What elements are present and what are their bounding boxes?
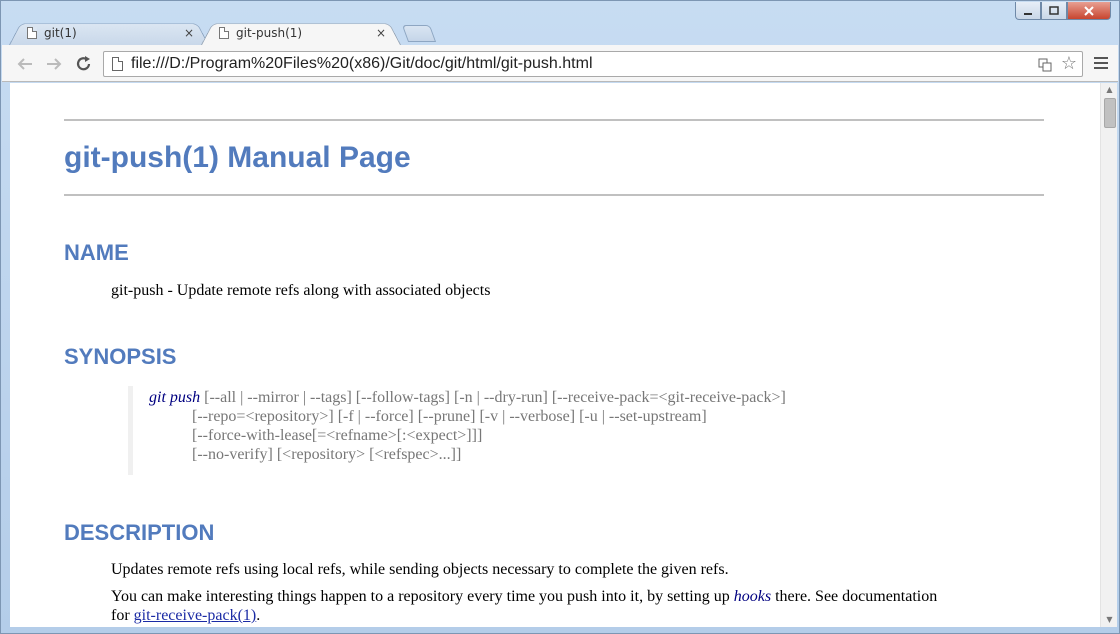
- synopsis-line: [--force-with-lease[=<refname>[:<expect>…: [192, 427, 483, 444]
- section-heading-description: DESCRIPTION: [64, 520, 215, 545]
- synopsis-line: git push [--all | --mirror | --tags] [--…: [149, 388, 786, 407]
- back-button[interactable]: [14, 53, 36, 75]
- url-text[interactable]: file:///D:/Program%20Files%20(x86)/Git/d…: [131, 55, 593, 73]
- page-title: git-push(1) Manual Page: [64, 141, 411, 174]
- reload-icon: [76, 56, 91, 71]
- maximize-icon: [1049, 6, 1059, 15]
- divider: [64, 194, 1044, 196]
- divider: [64, 119, 1044, 121]
- synopsis-options: [--all | --mirror | --tags] [--follow-ta…: [200, 389, 786, 406]
- vertical-scrollbar[interactable]: ▲ ▼: [1100, 83, 1117, 627]
- git-receive-pack-link[interactable]: git-receive-pack(1): [134, 607, 257, 624]
- menu-icon[interactable]: [1094, 57, 1108, 72]
- browser-window: git(1) × git-push(1) × file:///D:/Progra…: [0, 0, 1120, 634]
- tab-close-icon[interactable]: ×: [373, 26, 389, 40]
- tab-git-push[interactable]: git-push(1) ×: [201, 20, 401, 45]
- address-bar[interactable]: file:///D:/Program%20Files%20(x86)/Git/d…: [103, 51, 1083, 77]
- synopsis-command: git push: [149, 389, 201, 406]
- paragraph-text: You can make interesting things happen t…: [111, 588, 734, 605]
- close-window-button[interactable]: [1067, 2, 1111, 20]
- name-text: git-push - Update remote refs along with…: [111, 282, 491, 299]
- description-paragraph: for git-receive-pack(1).: [111, 606, 260, 626]
- bookmark-star-icon[interactable]: ☆: [1061, 53, 1077, 74]
- paragraph-text: .: [256, 607, 261, 624]
- synopsis-line: [--no-verify] [<repository> [<refspec>..…: [192, 446, 462, 463]
- scroll-up-arrow-icon[interactable]: ▲: [1101, 83, 1117, 97]
- scroll-thumb[interactable]: [1104, 98, 1116, 128]
- close-icon: [1084, 5, 1094, 16]
- toolbar: file:///D:/Program%20Files%20(x86)/Git/d…: [2, 45, 1118, 82]
- description-paragraph: Updates remote refs using local refs, wh…: [111, 561, 729, 578]
- reload-button[interactable]: [73, 53, 95, 75]
- section-heading-synopsis: SYNOPSIS: [64, 344, 177, 369]
- back-arrow-icon: [17, 58, 32, 70]
- paragraph-text: for: [111, 607, 134, 624]
- tab-title: git(1): [44, 25, 77, 40]
- translate-icon[interactable]: [1038, 58, 1052, 72]
- forward-arrow-icon: [47, 58, 62, 70]
- paragraph-text: there. See documentation: [771, 588, 938, 605]
- new-tab-button[interactable]: [401, 25, 437, 42]
- minimize-icon: [1024, 12, 1032, 15]
- tab-close-icon[interactable]: ×: [181, 26, 197, 40]
- page-icon: [27, 26, 37, 39]
- minimize-button[interactable]: [1015, 2, 1041, 20]
- tab-git[interactable]: git(1) ×: [9, 20, 209, 45]
- description-paragraph: You can make interesting things happen t…: [111, 587, 937, 607]
- page-icon: [112, 57, 123, 71]
- forward-button[interactable]: [43, 53, 65, 75]
- page-icon: [219, 26, 229, 39]
- maximize-button[interactable]: [1041, 2, 1067, 20]
- tab-strip: git(1) × git-push(1) ×: [9, 20, 709, 45]
- synopsis-line: [--repo=<repository>] [-f | --force] [--…: [192, 408, 707, 425]
- synopsis-block: git push [--all | --mirror | --tags] [--…: [128, 386, 1028, 475]
- section-heading-name: NAME: [64, 240, 129, 265]
- page-viewport: git-push(1) Manual Page NAME git-push - …: [10, 83, 1117, 627]
- scroll-down-arrow-icon[interactable]: ▼: [1101, 613, 1117, 627]
- tab-title: git-push(1): [236, 25, 303, 40]
- hooks-emphasis: hooks: [733, 588, 772, 605]
- window-controls: [1015, 2, 1111, 20]
